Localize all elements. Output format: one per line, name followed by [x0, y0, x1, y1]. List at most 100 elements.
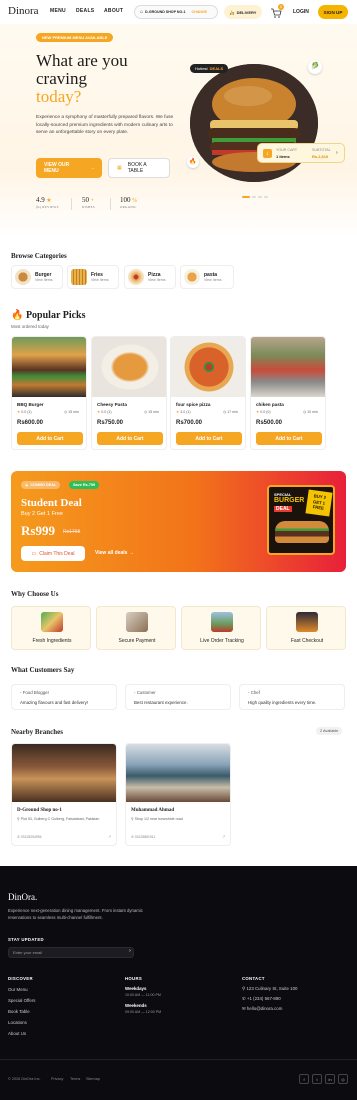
footer-link[interactable]: Special Offers	[8, 998, 36, 1003]
why-title: Why Choose Us	[11, 590, 59, 598]
product-rating: ★ 3.0 (1)	[176, 410, 191, 414]
stat-reviews-value: 4.9	[36, 196, 45, 204]
payment-icon	[126, 612, 148, 632]
checkout-icon	[296, 612, 318, 632]
category-pasta[interactable]: pasta View Items	[180, 265, 234, 289]
hero-description: Experience a symphony of masterfully pre…	[36, 115, 174, 135]
category-burger[interactable]: Burger View Items	[11, 265, 63, 289]
product-card[interactable]: Cheesy Pasta ★ 0.0 (1) ◷ 15 min Rs750.00…	[91, 336, 167, 450]
product-time: ◷ 17 min	[223, 410, 238, 414]
directions-icon[interactable]: ↗	[222, 834, 225, 839]
pin-icon: ⚲	[17, 817, 20, 821]
feature-label: Live Order Tracking	[200, 638, 244, 644]
combo-deal-banner: ⚑ COMBO DEAL Save Rs.799 Student Deal Buy…	[11, 471, 346, 572]
footer-link[interactable]: Book Table	[8, 1009, 30, 1014]
footer-link[interactable]: Locations	[8, 1020, 27, 1025]
copyright-text: © 2026 DinOra Inc.	[8, 1077, 41, 1081]
footer-logo[interactable]: DinOra.	[8, 892, 37, 902]
phone-text: 03125254994	[20, 835, 42, 839]
product-name: chiken pasta	[256, 402, 284, 407]
pasta-thumbnail	[184, 269, 200, 285]
cart-button[interactable]: 0	[270, 4, 284, 18]
feature-card: Live Order Tracking	[181, 606, 261, 650]
footer-link[interactable]: Our Menu	[8, 987, 28, 992]
product-time: ◷ 15 min	[64, 410, 79, 414]
deal-poster-image: SPECIAL BURGER DEAL BUY 2 GET 1 FREE	[267, 485, 335, 555]
hours-title: HOURS	[125, 976, 143, 981]
hottest-deals-tag: Hottest DEALS	[190, 64, 229, 73]
claim-deal-button[interactable]: ▭ Claim This Deal	[21, 546, 85, 561]
contact-phone[interactable]: ✆ +1 (234) 567-890	[242, 996, 281, 1002]
product-card[interactable]: chiken pasta ★ 0.0 (0) ◷ 10 min Rs500.00…	[250, 336, 326, 450]
terms-link[interactable]: Terms	[70, 1077, 80, 1081]
footer-link[interactable]: About Us	[8, 1031, 26, 1036]
submit-arrow-icon[interactable]: ›	[126, 948, 134, 957]
role-text: Food Blogger	[22, 690, 50, 695]
role-text: Chef	[250, 690, 260, 695]
nav-menu[interactable]: MENU	[50, 8, 66, 14]
branch-card[interactable]: D-Ground Shop no-1 ⚲ Plot 53, Gulberg C …	[11, 743, 117, 846]
instagram-icon[interactable]: ◎	[338, 1074, 348, 1084]
book-table-button[interactable]: ▦ BOOK A TABLE	[108, 158, 170, 178]
sitemap-link[interactable]: Sitemap	[86, 1077, 100, 1081]
directions-icon[interactable]: ↗	[108, 834, 111, 839]
phone-icon: ✆	[242, 996, 246, 1001]
add-to-cart-button[interactable]: Add to Cart	[176, 432, 242, 445]
nav-deals[interactable]: DEALS	[76, 8, 94, 14]
mini-cart-summary[interactable]: 1 YOUR CART 1 Items SUBTOTAL Rs.2,610 ›	[257, 143, 345, 163]
pin-icon: ⚲	[131, 817, 134, 821]
add-to-cart-button[interactable]: Add to Cart	[17, 432, 83, 445]
stat-organic-value: 100	[120, 196, 131, 204]
brand-logo[interactable]: Dinora	[8, 5, 39, 17]
hero-title-accent: today?	[36, 87, 82, 106]
nav-about[interactable]: ABOUT	[104, 8, 123, 14]
combo-subtitle: Buy 2 Get 1 Free	[21, 511, 63, 517]
feature-card: Fresh Ingredients	[11, 606, 91, 650]
login-link[interactable]: LOGIN	[293, 9, 309, 15]
subtotal-value: Rs.2,610	[312, 154, 329, 159]
shop-selector[interactable]: ⌂ D-GROUND SHOP NO-1 CHANGE	[134, 5, 218, 19]
branch-phone: ✆ 03125881911	[131, 835, 156, 839]
signup-button[interactable]: SIGN UP	[318, 5, 348, 19]
save-badge: Save Rs.799	[69, 481, 100, 489]
leaf-icon: 🥬	[308, 60, 322, 74]
branch-image-interior	[12, 744, 116, 802]
delivery-toggle[interactable]: 🛵 DELIVERY	[224, 5, 262, 19]
product-price: Rs500.00	[256, 420, 283, 426]
weekdays-label: Weekdays	[125, 986, 147, 991]
footer-description: Experience next-generation dining manage…	[8, 908, 143, 920]
calendar-icon: ▦	[117, 165, 122, 171]
vegetables-icon	[41, 612, 63, 632]
time-value: 17 min	[227, 410, 238, 414]
stat-organic-label: ORGANIC	[120, 205, 137, 209]
hero-burger-image	[190, 64, 318, 182]
twitter-icon[interactable]: t	[312, 1074, 322, 1084]
facebook-icon[interactable]: f	[299, 1074, 309, 1084]
contact-title: CONTACT	[242, 976, 265, 981]
combo-old-price: Rs1798	[63, 529, 81, 535]
newsletter-email-input[interactable]: Enter your email	[8, 947, 134, 958]
shop-change-link[interactable]: CHANGE	[192, 10, 208, 14]
poster-burgers	[275, 521, 329, 543]
testimonial-card: - Customer Best restaurant experience.	[125, 684, 231, 710]
product-card[interactable]: BBQ Burger ★ 0.0 (1) ◷ 15 min Rs600.00 A…	[11, 336, 87, 450]
category-fries[interactable]: Fries View Items	[67, 265, 119, 289]
contact-email[interactable]: ✉ hello@dinora.com	[242, 1006, 282, 1012]
linkedin-icon[interactable]: in	[325, 1074, 335, 1084]
privacy-link[interactable]: Privacy	[51, 1077, 63, 1081]
phone-text: +1 (234) 567-890	[246, 996, 281, 1001]
hero-carousel-dots[interactable]	[242, 196, 268, 198]
product-card[interactable]: four spice pizza ★ 3.0 (1) ◷ 17 min Rs70…	[170, 336, 246, 450]
branch-card[interactable]: Muhammad Ahmad ⚲ Shop 1/2 near boseshide…	[125, 743, 231, 846]
popular-subtitle: Most ordered today	[11, 324, 49, 329]
category-pizza[interactable]: Pizza View Items	[124, 265, 176, 289]
contact-address: ⚲ 123 Culinary St, Suite 100	[242, 986, 297, 992]
add-to-cart-button[interactable]: Add to Cart	[97, 432, 163, 445]
view-menu-button[interactable]: VIEW OUR MENU →	[36, 158, 102, 178]
add-to-cart-button[interactable]: Add to Cart	[256, 432, 322, 445]
view-all-deals-link[interactable]: View all deals →	[95, 550, 134, 556]
product-name: Cheesy Pasta	[97, 402, 127, 407]
address-text: Plot 53, Gulberg C Gulberg, Faisalabad, …	[20, 817, 100, 821]
star-icon: ★	[44, 198, 52, 204]
product-price: Rs700.00	[176, 420, 203, 426]
